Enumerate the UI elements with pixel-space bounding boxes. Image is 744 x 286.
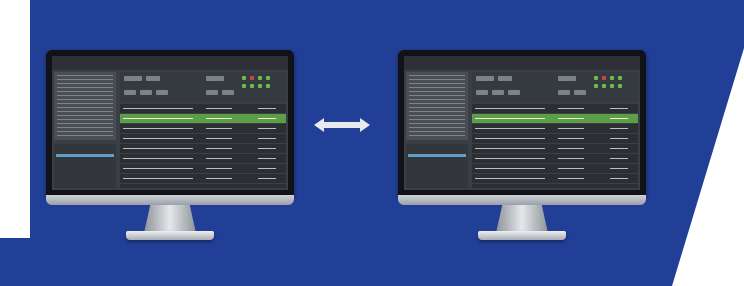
channel-list-panel (54, 72, 116, 140)
device-tree-panel (406, 144, 468, 188)
white-corner-block (0, 0, 30, 238)
playlist-table (120, 104, 286, 188)
monitor-screen (404, 56, 640, 190)
app-title-bar (52, 56, 288, 70)
highlighted-row (472, 114, 638, 124)
device-tree-panel (54, 144, 116, 188)
highlighted-row (120, 114, 286, 124)
double-arrow-icon (314, 118, 370, 132)
app-title-bar (404, 56, 640, 70)
monitor-screen (52, 56, 288, 190)
monitor-stand (496, 205, 548, 233)
monitor-bezel (46, 50, 294, 200)
transport-controls (472, 72, 638, 102)
playlist-table (472, 104, 638, 188)
monitor-bezel (398, 50, 646, 200)
banner (0, 0, 744, 286)
selected-tree-item (408, 154, 466, 157)
monitor-stand (144, 205, 196, 233)
transport-controls (120, 72, 286, 102)
monitor-chin (398, 195, 646, 205)
right-monitor (398, 50, 646, 246)
left-monitor (46, 50, 294, 246)
monitor-base (478, 231, 566, 240)
channel-list-panel (406, 72, 468, 140)
selected-tree-item (56, 154, 114, 157)
monitor-base (126, 231, 214, 240)
monitor-chin (46, 195, 294, 205)
